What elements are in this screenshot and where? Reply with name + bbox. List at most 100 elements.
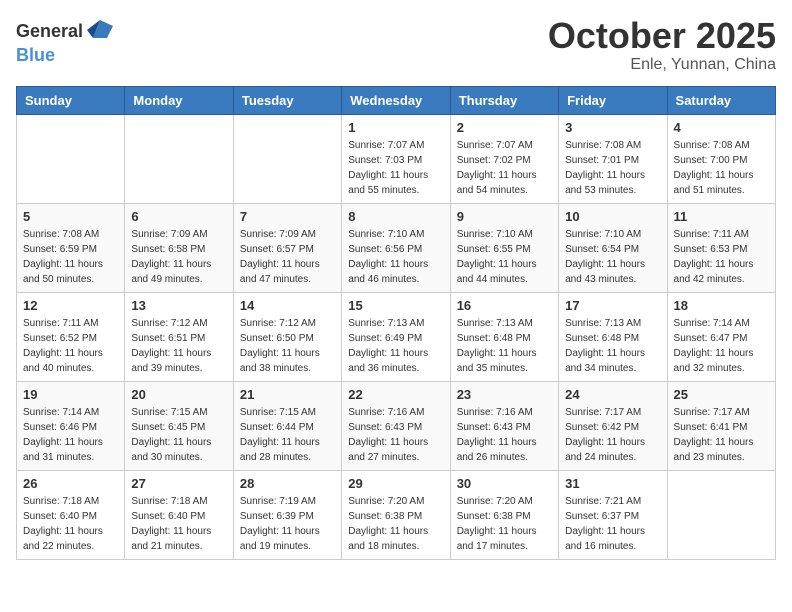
day-number: 3 xyxy=(565,120,660,135)
day-number: 15 xyxy=(348,298,443,313)
calendar-cell: 12Sunrise: 7:11 AMSunset: 6:52 PMDayligh… xyxy=(17,292,125,381)
calendar-cell: 11 Sunrise: 7:11 AMSunset: 6:53 PMDayligh… xyxy=(667,203,775,292)
week-row-2: 5 Sunrise: 7:08 AMSunset: 6:59 PMDaylight… xyxy=(17,203,776,292)
calendar-cell: 3Sunrise: 7:08 AMSunset: 7:01 PMDaylight… xyxy=(559,114,667,203)
col-wednesday: Wednesday xyxy=(342,86,450,114)
day-info: Sunrise: 7:09 AMSunset: 6:58 PMDaylight:… xyxy=(131,227,226,287)
col-sunday: Sunday xyxy=(17,86,125,114)
week-row-1: 1Sunrise: 7:07 AMSunset: 7:03 PMDaylight… xyxy=(17,114,776,203)
calendar-cell: 9Sunrise: 7:10 AMSunset: 6:55 PMDaylight… xyxy=(450,203,558,292)
day-info: Sunrise: 7:12 AMSunset: 6:51 PMDaylight:… xyxy=(131,316,226,376)
logo-icon xyxy=(85,16,115,46)
day-number: 19 xyxy=(23,387,118,402)
col-tuesday: Tuesday xyxy=(233,86,341,114)
day-number: 23 xyxy=(457,387,552,402)
logo-blue: Blue xyxy=(16,45,55,65)
calendar-cell: 17 Sunrise: 7:13 AMSunset: 6:48 PMDayligh… xyxy=(559,292,667,381)
day-info: Sunrise: 7:07 AMSunset: 7:03 PMDaylight:… xyxy=(348,138,443,198)
day-info: Sunrise: 7:15 AMSunset: 6:45 PMDaylight:… xyxy=(131,405,226,465)
calendar-cell: 10Sunrise: 7:10 AMSunset: 6:54 PMDayligh… xyxy=(559,203,667,292)
day-info: Sunrise: 7:10 AMSunset: 6:54 PMDaylight:… xyxy=(565,227,660,287)
day-info: Sunrise: 7:13 AMSunset: 6:48 PMDaylight:… xyxy=(565,316,660,376)
day-info: Sunrise: 7:16 AMSunset: 6:43 PMDaylight:… xyxy=(457,405,552,465)
day-number: 7 xyxy=(240,209,335,224)
calendar-cell: 15 Sunrise: 7:13 AMSunset: 6:49 PMDayligh… xyxy=(342,292,450,381)
day-info: Sunrise: 7:15 AMSunset: 6:44 PMDaylight:… xyxy=(240,405,335,465)
day-number: 13 xyxy=(131,298,226,313)
day-number: 14 xyxy=(240,298,335,313)
day-info: Sunrise: 7:09 AMSunset: 6:57 PMDaylight:… xyxy=(240,227,335,287)
title-block: October 2025 Enle, Yunnan, China xyxy=(548,16,776,74)
day-number: 27 xyxy=(131,476,226,491)
day-info: Sunrise: 7:14 AMSunset: 6:47 PMDaylight:… xyxy=(674,316,769,376)
calendar-cell: 25 Sunrise: 7:17 AMSunset: 6:41 PMDayligh… xyxy=(667,381,775,470)
logo: General Blue xyxy=(16,16,115,66)
logo-general: General xyxy=(16,22,83,40)
day-number: 20 xyxy=(131,387,226,402)
day-number: 25 xyxy=(674,387,769,402)
day-info: Sunrise: 7:13 AMSunset: 6:48 PMDaylight:… xyxy=(457,316,552,376)
calendar-cell: 28Sunrise: 7:19 AMSunset: 6:39 PMDayligh… xyxy=(233,470,341,559)
calendar-cell: 26Sunrise: 7:18 AMSunset: 6:40 PMDayligh… xyxy=(17,470,125,559)
day-info: Sunrise: 7:20 AMSunset: 6:38 PMDaylight:… xyxy=(457,494,552,554)
calendar-cell: 16Sunrise: 7:13 AMSunset: 6:48 PMDayligh… xyxy=(450,292,558,381)
day-info: Sunrise: 7:07 AMSunset: 7:02 PMDaylight:… xyxy=(457,138,552,198)
col-saturday: Saturday xyxy=(667,86,775,114)
calendar-cell: 29 Sunrise: 7:20 AMSunset: 6:38 PMDayligh… xyxy=(342,470,450,559)
week-row-4: 19 Sunrise: 7:14 AMSunset: 6:46 PMDayligh… xyxy=(17,381,776,470)
day-number: 12 xyxy=(23,298,118,313)
calendar-cell: 4 Sunrise: 7:08 AMSunset: 7:00 PMDaylight… xyxy=(667,114,775,203)
calendar-cell xyxy=(233,114,341,203)
calendar-cell: 30Sunrise: 7:20 AMSunset: 6:38 PMDayligh… xyxy=(450,470,558,559)
calendar-cell: 23 Sunrise: 7:16 AMSunset: 6:43 PMDayligh… xyxy=(450,381,558,470)
day-number: 22 xyxy=(348,387,443,402)
calendar-title: October 2025 xyxy=(548,16,776,56)
calendar-cell: 7 Sunrise: 7:09 AMSunset: 6:57 PMDaylight… xyxy=(233,203,341,292)
day-info: Sunrise: 7:18 AMSunset: 6:40 PMDaylight:… xyxy=(23,494,118,554)
day-number: 24 xyxy=(565,387,660,402)
calendar-cell: 22 Sunrise: 7:16 AMSunset: 6:43 PMDayligh… xyxy=(342,381,450,470)
week-row-5: 26Sunrise: 7:18 AMSunset: 6:40 PMDayligh… xyxy=(17,470,776,559)
calendar-cell: 6 Sunrise: 7:09 AMSunset: 6:58 PMDaylight… xyxy=(125,203,233,292)
calendar-cell: 1Sunrise: 7:07 AMSunset: 7:03 PMDaylight… xyxy=(342,114,450,203)
calendar-cell xyxy=(667,470,775,559)
calendar-cell: 18 Sunrise: 7:14 AMSunset: 6:47 PMDayligh… xyxy=(667,292,775,381)
day-info: Sunrise: 7:11 AMSunset: 6:53 PMDaylight:… xyxy=(674,227,769,287)
day-info: Sunrise: 7:13 AMSunset: 6:49 PMDaylight:… xyxy=(348,316,443,376)
calendar-cell: 24Sunrise: 7:17 AMSunset: 6:42 PMDayligh… xyxy=(559,381,667,470)
calendar-cell: 2 Sunrise: 7:07 AMSunset: 7:02 PMDaylight… xyxy=(450,114,558,203)
week-row-3: 12Sunrise: 7:11 AMSunset: 6:52 PMDayligh… xyxy=(17,292,776,381)
day-number: 21 xyxy=(240,387,335,402)
day-number: 8 xyxy=(348,209,443,224)
col-monday: Monday xyxy=(125,86,233,114)
calendar-cell: 31Sunrise: 7:21 AMSunset: 6:37 PMDayligh… xyxy=(559,470,667,559)
day-number: 2 xyxy=(457,120,552,135)
calendar-cell: 13 Sunrise: 7:12 AMSunset: 6:51 PMDayligh… xyxy=(125,292,233,381)
day-info: Sunrise: 7:17 AMSunset: 6:41 PMDaylight:… xyxy=(674,405,769,465)
day-info: Sunrise: 7:08 AMSunset: 7:00 PMDaylight:… xyxy=(674,138,769,198)
calendar-cell: 5 Sunrise: 7:08 AMSunset: 6:59 PMDaylight… xyxy=(17,203,125,292)
day-info: Sunrise: 7:20 AMSunset: 6:38 PMDaylight:… xyxy=(348,494,443,554)
day-number: 11 xyxy=(674,209,769,224)
day-info: Sunrise: 7:21 AMSunset: 6:37 PMDaylight:… xyxy=(565,494,660,554)
calendar-table: Sunday Monday Tuesday Wednesday Thursday… xyxy=(16,86,776,560)
calendar-cell: 19 Sunrise: 7:14 AMSunset: 6:46 PMDayligh… xyxy=(17,381,125,470)
calendar-cell: 14Sunrise: 7:12 AMSunset: 6:50 PMDayligh… xyxy=(233,292,341,381)
col-thursday: Thursday xyxy=(450,86,558,114)
day-info: Sunrise: 7:08 AMSunset: 6:59 PMDaylight:… xyxy=(23,227,118,287)
day-number: 5 xyxy=(23,209,118,224)
col-friday: Friday xyxy=(559,86,667,114)
day-number: 29 xyxy=(348,476,443,491)
day-number: 18 xyxy=(674,298,769,313)
day-info: Sunrise: 7:16 AMSunset: 6:43 PMDaylight:… xyxy=(348,405,443,465)
day-info: Sunrise: 7:10 AMSunset: 6:56 PMDaylight:… xyxy=(348,227,443,287)
day-number: 6 xyxy=(131,209,226,224)
day-number: 17 xyxy=(565,298,660,313)
calendar-cell: 27Sunrise: 7:18 AMSunset: 6:40 PMDayligh… xyxy=(125,470,233,559)
day-number: 4 xyxy=(674,120,769,135)
day-info: Sunrise: 7:10 AMSunset: 6:55 PMDaylight:… xyxy=(457,227,552,287)
calendar-cell: 8 Sunrise: 7:10 AMSunset: 6:56 PMDaylight… xyxy=(342,203,450,292)
day-info: Sunrise: 7:14 AMSunset: 6:46 PMDaylight:… xyxy=(23,405,118,465)
calendar-cell: 20 Sunrise: 7:15 AMSunset: 6:45 PMDayligh… xyxy=(125,381,233,470)
page-header: General Blue October 2025 Enle, Yunnan, … xyxy=(16,16,776,74)
